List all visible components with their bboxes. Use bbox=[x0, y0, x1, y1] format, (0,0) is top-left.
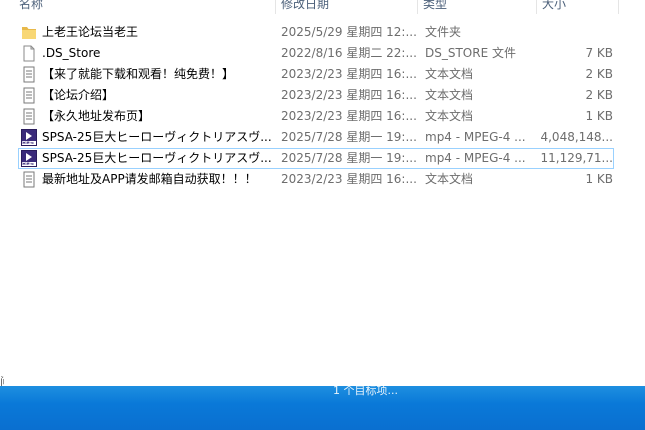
text-document-icon bbox=[23, 108, 35, 125]
file-icon bbox=[23, 45, 35, 62]
column-header-date[interactable]: 修改日期 bbox=[276, 0, 418, 14]
file-name: .DS_Store bbox=[42, 46, 101, 60]
column-header-type-label: 类型 bbox=[423, 0, 448, 11]
file-name: 【论坛介绍】 bbox=[42, 88, 115, 102]
file-type: 文本文档 bbox=[425, 172, 474, 186]
taskbar: 1 个目标项... bbox=[0, 386, 645, 430]
file-date: 2023/2/23 星期四 16:... bbox=[281, 88, 417, 102]
file-name-cell: .DS_Store bbox=[21, 44, 273, 63]
file-size: 11,129,71... bbox=[540, 151, 613, 165]
file-name: SPSA-25巨大ヒーローヴィクトリアスヴ... bbox=[42, 151, 272, 165]
file-date: 2025/7/28 星期一 19:... bbox=[281, 130, 417, 144]
file-name: 【来了就能下载和观看！纯免费！】 bbox=[42, 67, 235, 81]
column-header-name-label: 名称 bbox=[19, 0, 44, 11]
file-row[interactable]: 上老王论坛当老王 2025/5/29 星期四 12:... 文件夹 bbox=[18, 22, 614, 43]
file-type: 文本文档 bbox=[425, 88, 474, 102]
file-name: 上老王论坛当老王 bbox=[42, 25, 139, 39]
column-header-size[interactable]: 大小 bbox=[537, 0, 619, 14]
column-header-name[interactable]: 名称 bbox=[14, 0, 276, 14]
file-size: 1 KB bbox=[585, 109, 613, 123]
file-type: 文件夹 bbox=[425, 25, 462, 39]
text-document-icon bbox=[23, 171, 35, 188]
column-divider[interactable] bbox=[618, 0, 619, 14]
file-size: 7 KB bbox=[585, 46, 613, 60]
file-type: 文本文档 bbox=[425, 67, 474, 81]
file-row[interactable]: 最新地址及APP请发邮箱自动获取！！！ 2023/2/23 星期四 16:...… bbox=[18, 169, 614, 190]
file-size: 4,048,148... bbox=[540, 130, 613, 144]
file-row[interactable]: .DS_Store 2022/8/16 星期二 22:... DS_STORE … bbox=[18, 43, 614, 64]
video-file-icon bbox=[21, 129, 37, 146]
file-date: 2023/2/23 星期四 16:... bbox=[281, 172, 417, 186]
file-name-cell: SPSA-25巨大ヒーローヴィクトリアスヴ... bbox=[21, 149, 273, 168]
column-header-bar: 名称 修改日期 类型 大小 bbox=[0, 0, 645, 14]
file-row-selected[interactable]: SPSA-25巨大ヒーローヴィクトリアスヴ... 2025/7/28 星期一 1… bbox=[18, 148, 614, 169]
file-date: 2022/8/16 星期二 22:... bbox=[281, 46, 417, 60]
file-name-cell: SPSA-25巨大ヒーローヴィクトリアスヴ... bbox=[21, 128, 273, 147]
text-document-icon bbox=[23, 87, 35, 104]
text-document-icon bbox=[23, 66, 35, 83]
file-date: 2023/2/23 星期四 16:... bbox=[281, 109, 417, 123]
file-row[interactable]: 【来了就能下载和观看！纯免费！】 2023/2/23 星期四 16:... 文本… bbox=[18, 64, 614, 85]
video-file-icon bbox=[21, 150, 37, 167]
file-date: 2025/7/28 星期一 19:... bbox=[281, 151, 417, 165]
file-size bbox=[539, 23, 613, 42]
column-header-size-label: 大小 bbox=[542, 0, 567, 11]
file-type: DS_STORE 文件 bbox=[425, 46, 516, 60]
file-row[interactable]: 【永久地址发布页】 2023/2/23 星期四 16:... 文本文档 1 KB bbox=[18, 106, 614, 127]
file-type: mp4 - MPEG-4 ... bbox=[425, 130, 526, 144]
file-row[interactable]: SPSA-25巨大ヒーローヴィクトリアスヴ... 2025/7/28 星期一 1… bbox=[18, 127, 614, 148]
file-size: 1 KB bbox=[585, 172, 613, 186]
file-name: SPSA-25巨大ヒーローヴィクトリアスヴ... bbox=[42, 130, 272, 144]
column-header-date-label: 修改日期 bbox=[281, 0, 330, 11]
taskbar-status-text: 1 个目标项... bbox=[333, 386, 398, 397]
file-name-cell: 最新地址及APP请发邮箱自动获取！！！ bbox=[21, 170, 273, 189]
file-name-cell: 上老王论坛当老王 bbox=[21, 23, 273, 42]
file-name-cell: 【永久地址发布页】 bbox=[21, 107, 273, 126]
file-date: 2023/2/23 星期四 16:... bbox=[281, 67, 417, 81]
file-type: mp4 - MPEG-4 ... bbox=[425, 151, 526, 165]
file-size: 2 KB bbox=[585, 67, 613, 81]
file-date: 2025/5/29 星期四 12:... bbox=[281, 25, 417, 39]
file-name: 最新地址及APP请发邮箱自动获取！！！ bbox=[42, 172, 257, 186]
file-name-cell: 【来了就能下载和观看！纯免费！】 bbox=[21, 65, 273, 84]
file-type: 文本文档 bbox=[425, 109, 474, 123]
folder-icon bbox=[22, 27, 36, 39]
column-header-type[interactable]: 类型 bbox=[418, 0, 537, 14]
file-name: 【永久地址发布页】 bbox=[42, 109, 151, 123]
file-name-cell: 【论坛介绍】 bbox=[21, 86, 273, 105]
file-size: 2 KB bbox=[585, 88, 613, 102]
file-row[interactable]: 【论坛介绍】 2023/2/23 星期四 16:... 文本文档 2 KB bbox=[18, 85, 614, 106]
